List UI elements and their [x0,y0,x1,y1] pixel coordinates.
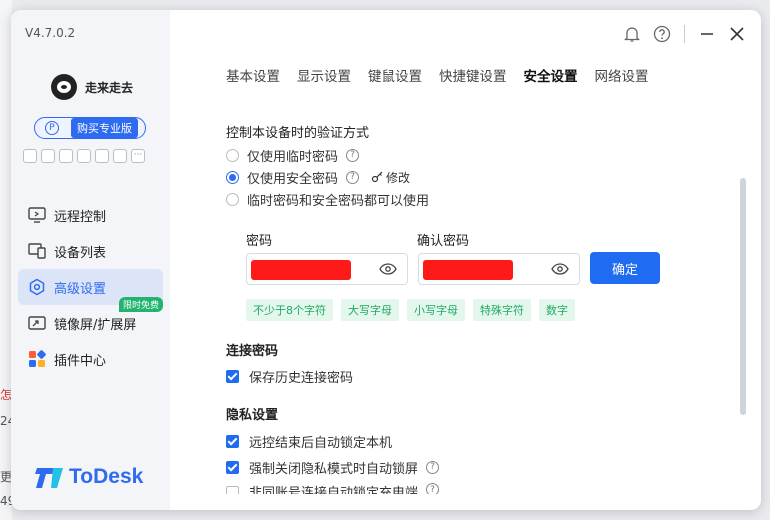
tab-network[interactable]: 网络设置 [595,65,649,85]
option-label: 远控结束后自动锁定本机 [249,435,393,451]
avatar[interactable] [51,74,77,100]
gear-icon [28,278,46,296]
privacy-section: 隐私设置 远控结束后自动锁定本机 强制关闭隐私模式时自动锁屏 ? 非同账号连接自… [226,404,741,494]
option-temp-password[interactable]: 仅使用临时密码 ? [226,144,741,166]
option-label: 仅使用临时密码 [247,149,339,165]
rule-tag: 小写字母 [407,299,465,321]
tab-basic[interactable]: 基本设置 [226,65,280,85]
tablet-icon[interactable] [77,149,91,163]
rule-tag: 大写字母 [341,299,399,321]
password-rules: 不少于8个字符 大写字母 小写字母 特殊字符 数字 [246,299,575,321]
auto-lock-option[interactable]: 远控结束后自动锁定本机 [226,428,741,454]
checkbox[interactable] [226,434,239,448]
sidebar-item-label: 高级设置 [54,281,107,297]
sidebar: V4.7.0.2 走来走去 P 购买专业版 ··· 远程控制 设备列表 高级设置… [11,10,170,510]
minimize-icon[interactable] [697,24,717,44]
sidebar-item-label: 镜像屏/扩展屏 [54,317,137,333]
screen-icon[interactable] [41,149,55,163]
settings-tabs: 基本设置 显示设置 键鼠设置 快捷键设置 安全设置 网络设置 [226,65,649,85]
bell-icon[interactable] [622,24,642,44]
sidebar-item-mirror-screen[interactable]: 镜像屏/扩展屏 限时免费 [18,297,163,341]
radio-both-passwords[interactable] [226,192,239,206]
checkbox[interactable] [226,460,239,474]
modify-password-link[interactable]: 修改 [371,169,410,186]
camera-icon[interactable] [113,149,127,163]
checkbox[interactable] [226,486,239,494]
eye-icon[interactable] [379,262,397,276]
divider [684,25,685,43]
option-security-password[interactable]: 仅使用安全密码 ? 修改 [226,166,741,188]
window-controls [622,24,747,44]
security-settings: 控制本设备时的验证方式 仅使用临时密码 ? 仅使用安全密码 ? 修改 临时密码和… [226,122,741,494]
redacted-text [423,260,513,280]
option-label: 临时密码和安全密码都可以使用 [247,193,430,209]
key-icon [371,171,383,183]
redacted-text [251,260,351,280]
tab-display[interactable]: 显示设置 [297,65,351,85]
option-both-passwords[interactable]: 临时密码和安全密码都可以使用 [226,188,741,210]
limited-free-badge: 限时免费 [118,297,163,312]
help-icon[interactable]: ? [346,170,360,184]
rule-tag: 数字 [539,299,575,321]
tab-security[interactable]: 安全设置 [524,65,578,85]
password-label: 密码 [246,234,273,249]
option-label: 非同账号连接自动锁定充电端 [249,486,419,494]
help-icon[interactable]: ? [426,460,440,474]
confirm-password-input[interactable] [418,253,580,285]
checkbox[interactable] [226,369,239,383]
feature-icons: ··· [23,149,145,163]
sidebar-nav: 远程控制 设备列表 高级设置 镜像屏/扩展屏 限时免费 插件中心 [18,197,163,377]
username: 走来走去 [85,80,134,95]
scrollbar[interactable] [740,178,746,415]
plugin-icon [28,350,46,368]
option-label: 仅使用安全密码 [247,171,339,187]
sidebar-item-label: 插件中心 [54,353,107,369]
tab-shortcuts[interactable]: 快捷键设置 [439,65,507,85]
eye-icon[interactable] [551,262,569,276]
gamepad-icon[interactable] [23,149,37,163]
non-same-account-lock-option[interactable]: 非同账号连接自动锁定充电端 ? [226,480,741,494]
devices-icon [28,242,46,260]
rule-tag: 不少于8个字符 [246,299,333,321]
confirm-button[interactable]: 确定 [590,252,660,284]
modify-label: 修改 [386,170,411,185]
mirror-screen-icon [28,314,46,332]
buy-pro-button[interactable]: P 购买专业版 [34,117,146,139]
option-label: 强制关闭隐私模式时自动锁屏 [249,461,419,477]
help-icon[interactable]: ? [346,148,360,162]
verify-method-title: 控制本设备时的验证方式 [226,126,370,141]
todesk-logo-icon [35,466,63,488]
monitor-icon [28,206,46,224]
pro-icon: P [45,121,59,135]
option-label: 保存历史连接密码 [249,370,354,386]
version-label: V4.7.0.2 [25,26,76,40]
password-input[interactable] [246,253,408,285]
radio-security-password[interactable] [226,170,239,184]
sidebar-item-label: 远程控制 [54,209,107,225]
sidebar-item-remote-control[interactable]: 远程控制 [18,197,163,233]
buy-pro-label: 购买专业版 [71,118,138,138]
confirm-password-label: 确认密码 [417,234,470,249]
help-icon[interactable]: ? [426,483,440,494]
section-title: 隐私设置 [226,408,279,423]
sidebar-item-device-list[interactable]: 设备列表 [18,233,163,269]
sidebar-item-label: 设备列表 [54,245,107,261]
close-icon[interactable] [727,24,747,44]
user-profile[interactable]: 走来走去 [51,74,133,100]
save-history-password-option[interactable]: 保存历史连接密码 [226,363,741,389]
sidebar-item-plugin-center[interactable]: 插件中心 [18,341,163,377]
help-icon[interactable] [652,24,672,44]
force-lock-option[interactable]: 强制关闭隐私模式时自动锁屏 ? [226,454,741,480]
todesk-logo: ToDesk [35,465,143,489]
radio-temp-password[interactable] [226,148,239,162]
tab-keyboard-mouse[interactable]: 键鼠设置 [368,65,422,85]
settings-window: V4.7.0.2 走来走去 P 购买专业版 ··· 远程控制 设备列表 高级设置… [11,10,761,510]
section-title: 连接密码 [226,344,279,359]
more-icon[interactable]: ··· [131,149,145,163]
connection-password-section: 连接密码 保存历史连接密码 [226,340,741,389]
plugin-mini-icon[interactable] [95,149,109,163]
logo-text: ToDesk [69,465,144,488]
rule-tag: 特殊字符 [473,299,531,321]
display-icon[interactable] [59,149,73,163]
